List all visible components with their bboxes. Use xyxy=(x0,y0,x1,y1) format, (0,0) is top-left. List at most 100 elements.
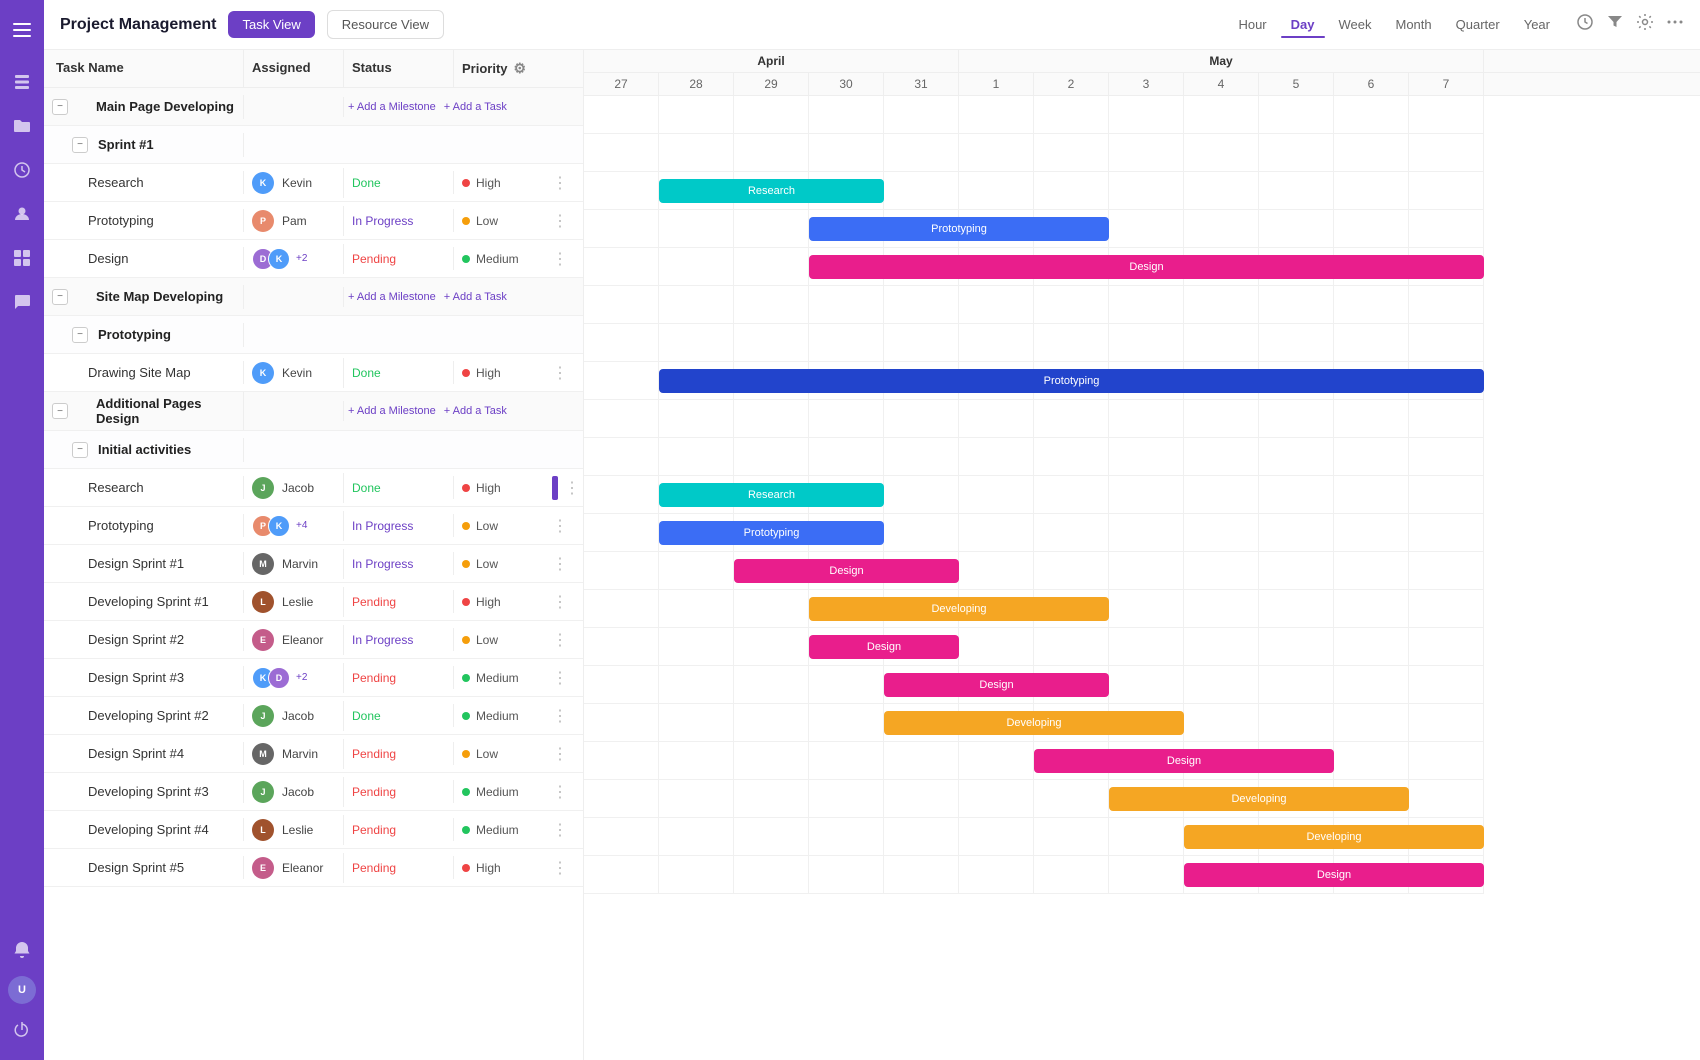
gantt-bar-design-sprint4[interactable]: Design xyxy=(1034,749,1334,773)
tab-day[interactable]: Day xyxy=(1281,13,1325,36)
task-row-developing-sprint4: Developing Sprint #4 L Leslie Pending Me… xyxy=(44,811,583,849)
three-dots-drawing[interactable]: ⋮ xyxy=(552,365,569,382)
three-dots-design-1[interactable]: ⋮ xyxy=(552,251,569,268)
task-cell-design-sprint2: Design Sprint #2 xyxy=(44,628,244,651)
more-actions-design-sprint3[interactable]: ⋮ xyxy=(544,664,577,692)
collapse-btn-sprint1[interactable]: − xyxy=(72,137,88,153)
more-actions-developing-sprint3[interactable]: ⋮ xyxy=(544,778,577,806)
assigned-cell-prototyping-initial: P K +4 xyxy=(244,511,344,541)
more-icon[interactable] xyxy=(1666,13,1684,36)
add-task-btn-additional[interactable]: + Add a Task xyxy=(444,405,507,417)
gear-icon[interactable]: ⚙ xyxy=(514,60,527,77)
sidebar-grid-icon[interactable] xyxy=(4,240,40,276)
three-dots-prototyping-1[interactable]: ⋮ xyxy=(552,213,569,230)
gantt-bar-design-1[interactable]: Design xyxy=(809,255,1484,279)
more-actions-research-1[interactable]: ⋮ xyxy=(544,169,577,197)
gantt-bar-prototyping-initial[interactable]: Prototyping xyxy=(659,521,884,545)
sidebar-menu-icon[interactable] xyxy=(4,12,40,48)
gantt-bar-developing-sprint1[interactable]: Developing xyxy=(809,597,1109,621)
three-dots-research-1[interactable]: ⋮ xyxy=(552,175,569,192)
task-view-button[interactable]: Task View xyxy=(228,11,314,38)
three-dots-developing-sprint2[interactable]: ⋮ xyxy=(552,708,569,725)
filter-icon[interactable] xyxy=(1606,13,1624,36)
more-actions-prototyping-initial[interactable]: ⋮ xyxy=(544,512,577,540)
gantt-bar-prototyping-1[interactable]: Prototyping xyxy=(809,217,1109,241)
task-cell-design-sprint1: Design Sprint #1 xyxy=(44,552,244,575)
assignee-name-design-sprint4: Marvin xyxy=(282,747,318,761)
gantt-bar-developing-sprint4[interactable]: Developing xyxy=(1184,825,1484,849)
collapse-btn-prototyping-sub[interactable]: − xyxy=(72,327,88,343)
more-actions-design-1[interactable]: ⋮ xyxy=(544,245,577,273)
empty-assigned-sitemap xyxy=(244,287,344,307)
three-dots-developing-sprint1[interactable]: ⋮ xyxy=(552,594,569,611)
gantt-row-design-sprint5: Design xyxy=(584,856,1484,894)
priority-text-design-sprint1: Low xyxy=(476,557,498,571)
priority-cell-developing-sprint1: High xyxy=(454,591,544,613)
more-actions-developing-sprint4[interactable]: ⋮ xyxy=(544,816,577,844)
gantt-bar-design-sprint2[interactable]: Design xyxy=(809,635,959,659)
tab-month[interactable]: Month xyxy=(1386,13,1442,36)
sidebar-bell-icon[interactable] xyxy=(4,932,40,968)
collapse-btn-additional[interactable]: − xyxy=(52,403,68,419)
sidebar-user-icon[interactable] xyxy=(4,196,40,232)
tab-hour[interactable]: Hour xyxy=(1228,13,1276,36)
more-actions-design-sprint5[interactable]: ⋮ xyxy=(544,854,577,882)
more-actions-drawing[interactable]: ⋮ xyxy=(544,359,577,387)
resource-view-button[interactable]: Resource View xyxy=(327,10,444,39)
user-avatar[interactable]: U xyxy=(8,976,36,1004)
more-actions-research-initial[interactable]: ⋮ xyxy=(544,472,584,504)
tab-quarter[interactable]: Quarter xyxy=(1446,13,1510,36)
task-name-design-sprint3: Design Sprint #3 xyxy=(88,670,184,685)
tab-year[interactable]: Year xyxy=(1514,13,1560,36)
tab-week[interactable]: Week xyxy=(1329,13,1382,36)
more-actions-developing-sprint2[interactable]: ⋮ xyxy=(544,702,577,730)
three-dots-design-sprint3[interactable]: ⋮ xyxy=(552,670,569,687)
avatar-leslie-1: L xyxy=(252,591,274,613)
more-actions-design-sprint4[interactable]: ⋮ xyxy=(544,740,577,768)
three-dots-design-sprint4[interactable]: ⋮ xyxy=(552,746,569,763)
task-cell-developing-sprint2: Developing Sprint #2 xyxy=(44,704,244,727)
table-section: Task Name Assigned Status Priority ⚙ − M… xyxy=(44,50,584,1060)
sidebar-power-icon[interactable] xyxy=(4,1012,40,1048)
three-dots-design-sprint1[interactable]: ⋮ xyxy=(552,556,569,573)
sidebar-chat-icon[interactable] xyxy=(4,284,40,320)
gantt-bar-design-sprint1[interactable]: Design xyxy=(734,559,959,583)
gantt-bar-design-sprint3[interactable]: Design xyxy=(884,673,1109,697)
three-dots-research-initial[interactable]: ⋮ xyxy=(564,478,581,498)
clock-icon[interactable] xyxy=(1576,13,1594,36)
collapse-btn-sitemap[interactable]: − xyxy=(52,289,68,305)
sidebar-clock-icon[interactable] xyxy=(4,152,40,188)
add-task-btn-main-page[interactable]: + Add a Task xyxy=(444,101,507,113)
priority-cell-prototyping-initial: Low xyxy=(454,515,544,537)
three-dots-design-sprint2[interactable]: ⋮ xyxy=(552,632,569,649)
three-dots-prototyping-initial[interactable]: ⋮ xyxy=(552,518,569,535)
gantt-bar-research-1[interactable]: Research xyxy=(659,179,884,203)
more-actions-design-sprint1[interactable]: ⋮ xyxy=(544,550,577,578)
gantt-row-design-sprint2: Design xyxy=(584,628,1484,666)
gantt-header: April May 27 28 29 30 31 1 2 3 4 5 6 7 xyxy=(584,50,1700,96)
add-milestone-btn-main-page[interactable]: + Add a Milestone xyxy=(348,101,436,113)
gantt-bar-research-initial[interactable]: Research xyxy=(659,483,884,507)
gantt-bar-drawing[interactable]: Prototyping xyxy=(659,369,1484,393)
more-actions-prototyping-1[interactable]: ⋮ xyxy=(544,207,577,235)
add-milestone-btn-sitemap[interactable]: + Add a Milestone xyxy=(348,291,436,303)
add-task-btn-sitemap[interactable]: + Add a Task xyxy=(444,291,507,303)
settings-icon[interactable] xyxy=(1636,13,1654,36)
gantt-row-prototyping-initial: Prototyping xyxy=(584,514,1484,552)
more-actions-design-sprint2[interactable]: ⋮ xyxy=(544,626,577,654)
collapse-btn-initial[interactable]: − xyxy=(72,442,88,458)
task-name-design-1: Design xyxy=(88,251,128,266)
gantt-bar-design-sprint5[interactable]: Design xyxy=(1184,863,1484,887)
more-actions-developing-sprint1[interactable]: ⋮ xyxy=(544,588,577,616)
gantt-bar-developing-sprint3[interactable]: Developing xyxy=(1109,787,1409,811)
collapse-btn-main-page[interactable]: − xyxy=(52,99,68,115)
task-cell-design-sprint5: Design Sprint #5 xyxy=(44,856,244,879)
gantt-bar-developing-sprint2[interactable]: Developing xyxy=(884,711,1184,735)
add-milestone-btn-additional[interactable]: + Add a Milestone xyxy=(348,405,436,417)
three-dots-design-sprint5[interactable]: ⋮ xyxy=(552,860,569,877)
three-dots-developing-sprint4[interactable]: ⋮ xyxy=(552,822,569,839)
sidebar-folder-icon[interactable] xyxy=(4,108,40,144)
avatar-jacob-3: J xyxy=(252,781,274,803)
three-dots-developing-sprint3[interactable]: ⋮ xyxy=(552,784,569,801)
sidebar-list-icon[interactable] xyxy=(4,64,40,100)
